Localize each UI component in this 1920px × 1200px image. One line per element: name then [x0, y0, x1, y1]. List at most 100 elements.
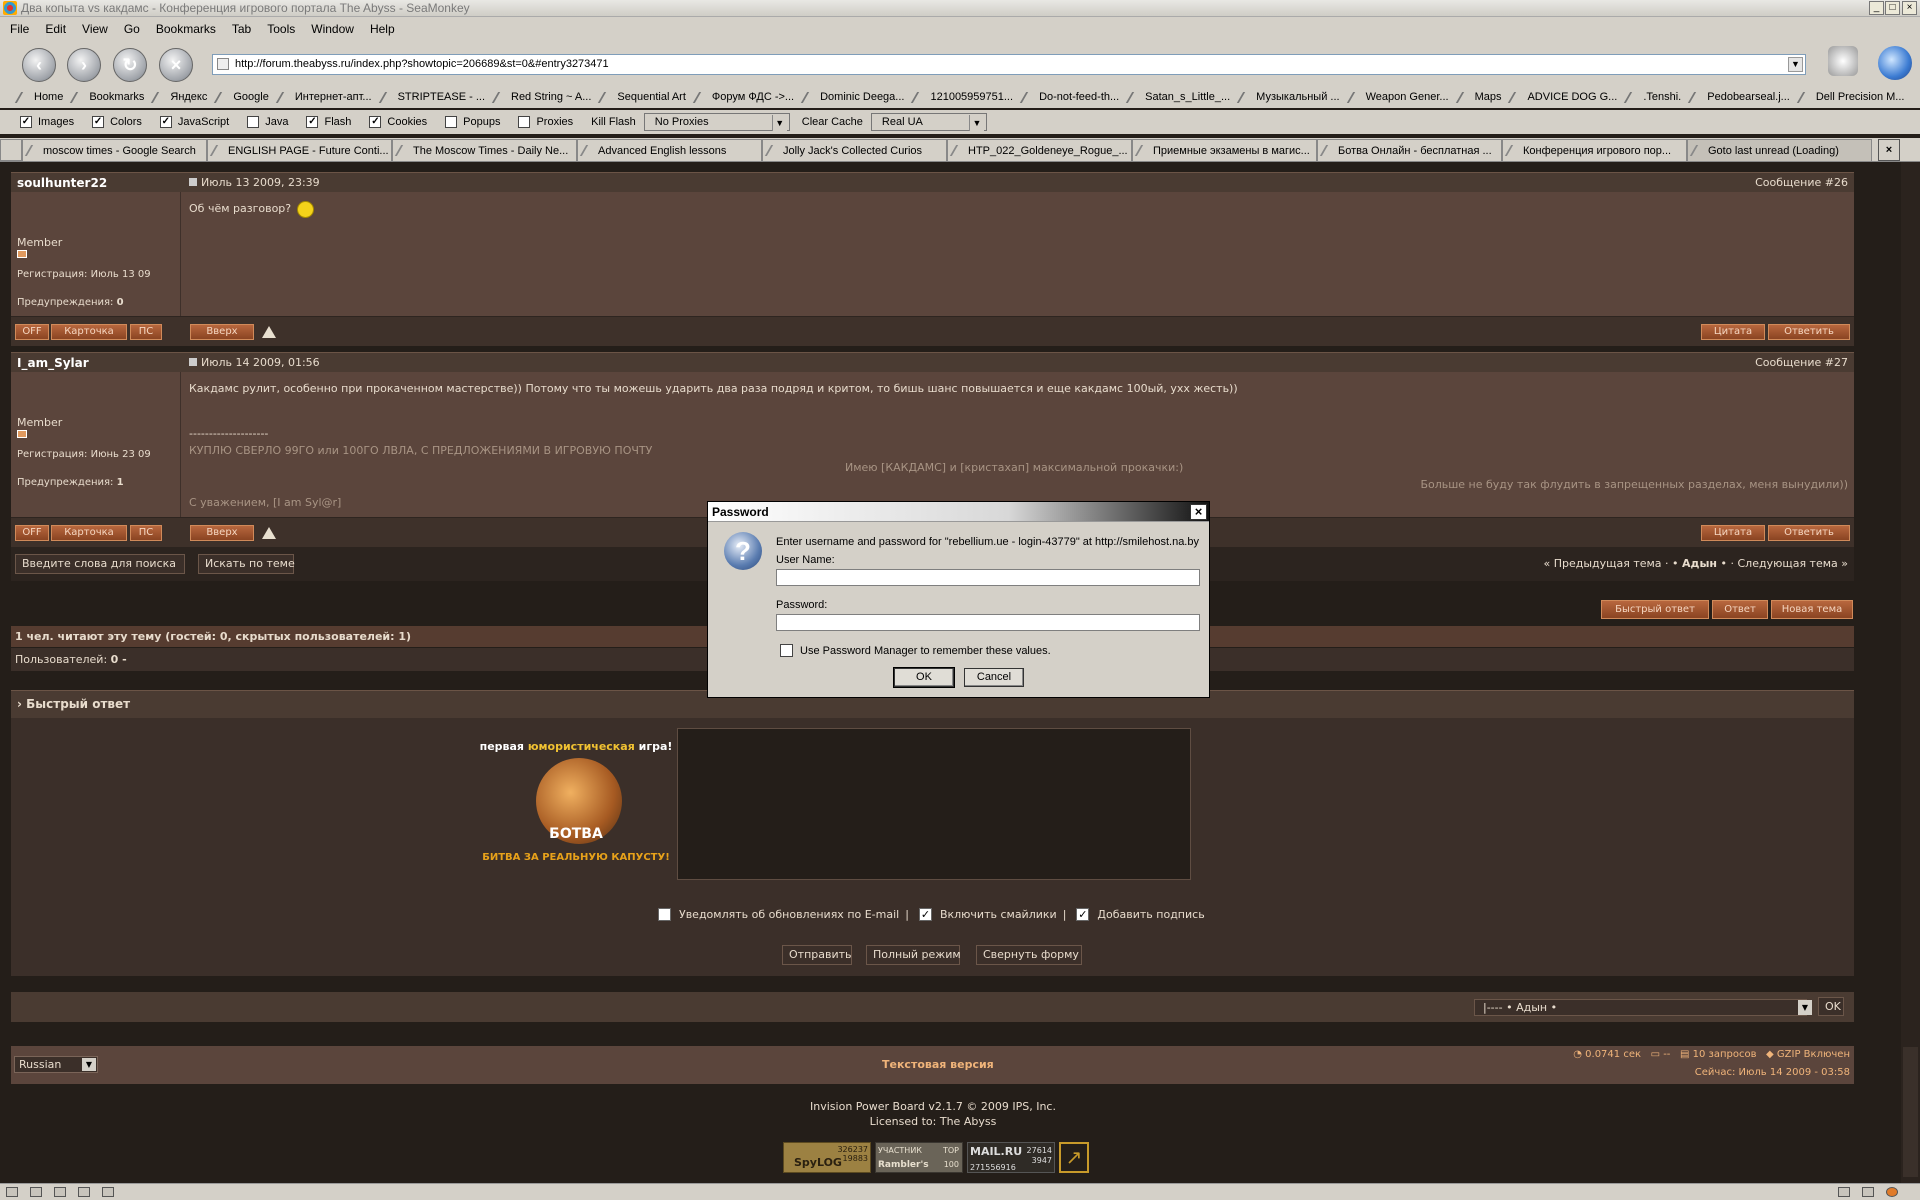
collapse-form-button[interactable]: Свернуть форму — [976, 945, 1082, 965]
bookmark-item[interactable]: ADVICE DOG G... — [1508, 91, 1617, 103]
proxies-checkbox[interactable]: Proxies — [518, 116, 573, 128]
proxy-select[interactable]: No Proxies — [643, 113, 790, 131]
chevron-down-icon[interactable]: ▼ — [1798, 1000, 1812, 1015]
scroll-top-button[interactable]: Вверх — [190, 525, 254, 541]
post-number[interactable]: Сообщение #26 — [1755, 176, 1848, 189]
reply-button[interactable]: Ответить — [1768, 324, 1850, 340]
username-input[interactable] — [776, 569, 1200, 586]
post-author[interactable]: I_am_Sylar — [17, 356, 89, 370]
tab[interactable]: ENGLISH PAGE - Future Conti... — [207, 139, 392, 161]
bookmark-item[interactable]: Satan_s_Little_... — [1125, 91, 1230, 103]
bookmark-item[interactable]: Форум ФДС ->... — [692, 91, 794, 103]
fast-reply-button[interactable]: Быстрый ответ — [1601, 600, 1709, 619]
bookmark-item[interactable]: Red String ~ A... — [491, 91, 591, 103]
tab[interactable]: Приемные экзамены в магис... — [1132, 139, 1317, 161]
clear-cache-button[interactable]: Clear Cache — [802, 116, 863, 128]
smilies-checkbox[interactable]: ✓ — [918, 908, 932, 921]
post-number[interactable]: Сообщение #27 — [1755, 356, 1848, 369]
text-version-link[interactable]: Текстовая версия — [882, 1058, 994, 1071]
profile-card-button[interactable]: Карточка — [51, 525, 127, 541]
bookmark-item[interactable]: Weapon Gener... — [1346, 91, 1449, 103]
new-topic-button[interactable]: Новая тема — [1771, 600, 1853, 619]
external-counter-icon[interactable]: ↗ — [1059, 1142, 1089, 1173]
bookmark-item[interactable]: Dominic Deega... — [800, 91, 904, 103]
quick-reply-textarea[interactable] — [677, 728, 1191, 880]
pm-button[interactable]: ПС — [130, 525, 162, 541]
reply-button[interactable]: Ответить — [1768, 525, 1850, 541]
url-input[interactable]: http://forum.theabyss.ru/index.php?showt… — [212, 54, 1806, 75]
tab[interactable]: Advanced English lessons — [577, 139, 762, 161]
online-status-button[interactable]: OFF — [15, 525, 49, 541]
close-tab-icon[interactable]: × — [1878, 139, 1900, 161]
composer-icon[interactable] — [54, 1187, 66, 1197]
kill-flash-button[interactable]: Kill Flash — [591, 116, 636, 128]
useragent-select[interactable]: Real UA — [870, 113, 987, 131]
cancel-button[interactable]: Cancel — [964, 668, 1024, 687]
tab[interactable]: Конференция игрового пор... — [1502, 139, 1687, 161]
bookmark-item[interactable]: Pedobearseal.j... — [1688, 91, 1790, 103]
bookmark-item[interactable]: .Tenshi. — [1624, 91, 1681, 103]
mail-icon[interactable] — [30, 1187, 42, 1197]
dialog-close-icon[interactable]: × — [1190, 504, 1207, 520]
address-book-icon[interactable] — [78, 1187, 90, 1197]
report-icon[interactable] — [262, 326, 276, 338]
forum-jump-ok[interactable]: OK — [1818, 997, 1844, 1016]
bookmark-home[interactable]: Home — [14, 91, 63, 103]
scrollbar-thumb[interactable] — [1903, 1047, 1918, 1177]
maximize-icon[interactable]: □ — [1885, 1, 1900, 15]
topic-search-input[interactable]: Введите слова для поиска — [15, 554, 185, 574]
menu-help[interactable]: Help — [370, 22, 395, 36]
remember-checkbox[interactable] — [780, 644, 793, 657]
tab[interactable]: Jolly Jack's Collected Curios — [762, 139, 947, 161]
bookmark-item[interactable]: Maps — [1455, 91, 1501, 103]
menu-bookmarks[interactable]: Bookmarks — [156, 22, 216, 36]
forum-link[interactable]: Адын — [1682, 557, 1717, 570]
close-window-icon[interactable]: × — [1902, 1, 1917, 15]
reload-icon[interactable]: ↻ — [113, 48, 147, 82]
java-checkbox[interactable]: Java — [247, 116, 288, 128]
menu-window[interactable]: Window — [311, 22, 354, 36]
tab[interactable]: HTP_022_Goldeneye_Rogue_... — [947, 139, 1132, 161]
prev-topic-link[interactable]: « Предыдущая тема — [1543, 557, 1661, 570]
full-mode-button[interactable]: Полный режим — [866, 945, 961, 965]
offline-icon[interactable] — [1838, 1187, 1850, 1197]
botva-ad-banner[interactable]: первая юмористическая игра! БОТВА БИТВА … — [476, 740, 676, 870]
menu-tab[interactable]: Tab — [232, 22, 251, 36]
tab[interactable]: The Moscow Times - Daily Ne... — [392, 139, 577, 161]
menu-tools[interactable]: Tools — [267, 22, 295, 36]
quote-button[interactable]: Цитата — [1701, 525, 1765, 541]
mailru-counter[interactable]: MAIL.RU 27614 3947 271556916 — [967, 1142, 1055, 1173]
spylog-counter[interactable]: 326237 19883 SpyLOG — [783, 1142, 871, 1173]
copyright-line[interactable]: Invision Power Board v2.1.7 © 2009 IPS, … — [0, 1099, 1866, 1114]
stop-icon[interactable]: × — [159, 48, 193, 82]
send-button[interactable]: Отправить — [782, 945, 852, 965]
tab[interactable]: Ботва Онлайн - бесплатная ... — [1317, 139, 1502, 161]
chat-icon[interactable] — [102, 1187, 114, 1197]
firefox-icon[interactable] — [1886, 1187, 1898, 1197]
browser-icon[interactable] — [6, 1187, 18, 1197]
bookmark-item[interactable]: Sequential Art — [598, 91, 686, 103]
bookmark-item[interactable]: Google — [214, 91, 269, 103]
bookmark-item[interactable]: Яндекс — [151, 91, 207, 103]
bookmark-item[interactable]: Интернет-апт... — [275, 91, 372, 103]
password-input[interactable] — [776, 614, 1200, 631]
bookmark-item[interactable]: Музыкальный ... — [1236, 91, 1340, 103]
new-tab-icon[interactable] — [0, 139, 22, 161]
post-author[interactable]: soulhunter22 — [17, 176, 107, 190]
bookmark-item[interactable]: Do-not-feed-th... — [1019, 91, 1119, 103]
javascript-checkbox[interactable]: ✓ JavaScript — [159, 116, 229, 128]
bookmark-item[interactable]: 121005959751... — [911, 91, 1013, 103]
minimize-icon[interactable]: _ — [1869, 1, 1884, 15]
signature-checkbox[interactable]: ✓ — [1076, 908, 1090, 921]
images-checkbox[interactable]: ✓ Images — [20, 116, 74, 128]
add-reply-button[interactable]: Ответ — [1712, 600, 1768, 619]
flash-checkbox[interactable]: ✓ Flash — [306, 116, 351, 128]
topic-search-button[interactable]: Искать по теме — [198, 554, 295, 574]
page-scrollbar[interactable] — [1901, 162, 1920, 1183]
bookmark-item[interactable]: STRIPTEASE - ... — [378, 91, 485, 103]
quote-button[interactable]: Цитата — [1701, 324, 1765, 340]
scroll-top-button[interactable]: Вверх — [190, 324, 254, 340]
forward-icon[interactable]: › — [67, 48, 101, 82]
bookmark-item[interactable]: Dell Precision M... — [1796, 91, 1904, 103]
online-status-button[interactable]: OFF — [15, 324, 49, 340]
